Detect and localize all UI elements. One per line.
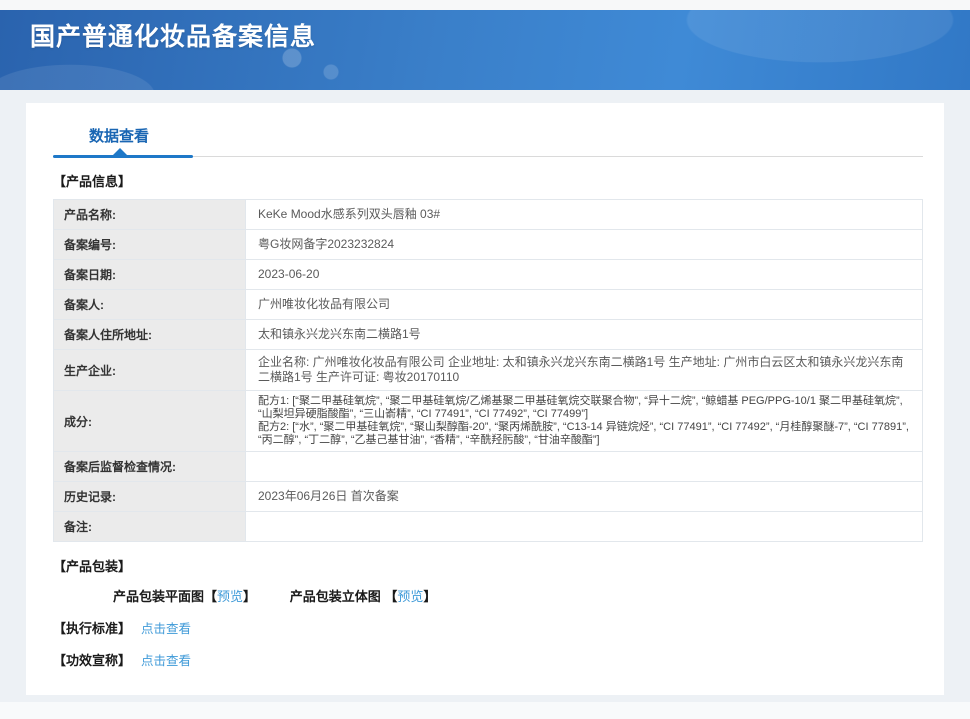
packaging-item-stereo: 产品包装立体图 【预览】 xyxy=(290,586,437,605)
row-label: 历史记录: xyxy=(53,481,246,512)
row-label: 生产企业: xyxy=(53,349,246,391)
tab-active-caret-icon xyxy=(113,148,127,155)
bracket-open: 【 xyxy=(204,589,218,604)
table-row: 产品名称: KeKe Mood水感系列双头唇釉 03# xyxy=(53,199,923,230)
section-title-efficacy: 【功效宣称】 xyxy=(53,653,132,668)
row-value: 配方1: [“聚二甲基硅氧烷”, “聚二甲基硅氧烷/乙烯基聚二甲基硅氧烷交联聚合… xyxy=(245,390,923,452)
row-value: 2023-06-20 xyxy=(245,259,923,290)
tab-data-view[interactable]: 数据查看 xyxy=(89,125,149,146)
packaging-item-flat: 产品包装平面图【预览】 xyxy=(113,586,256,605)
browser-top-strip xyxy=(0,0,970,10)
row-value xyxy=(245,451,923,482)
row-value: 企业名称: 广州唯妆化妆品有限公司 企业地址: 太和镇永兴龙兴东南二横路1号 生… xyxy=(245,349,923,391)
efficacy-row: 【功效宣称】 点击查看 xyxy=(53,650,923,669)
page-banner: 国产普通化妆品备案信息 xyxy=(0,10,970,90)
table-row: 备案人住所地址: 太和镇永兴龙兴东南二横路1号 xyxy=(53,319,923,350)
table-row: 备案编号: 粤G妆网备字2023232824 xyxy=(53,229,923,260)
packaging-row: 产品包装平面图【预览】 产品包装立体图 【预览】 xyxy=(113,586,923,605)
table-row: 历史记录: 2023年06月26日 首次备案 xyxy=(53,481,923,512)
packaging-stereo-label: 产品包装立体图 xyxy=(289,589,385,604)
row-value: 2023年06月26日 首次备案 xyxy=(245,481,923,512)
row-label: 备案人: xyxy=(53,289,246,320)
flat-image-preview-link[interactable]: 预览 xyxy=(217,589,243,604)
table-row-ingredients: 成分: 配方1: [“聚二甲基硅氧烷”, “聚二甲基硅氧烷/乙烯基聚二甲基硅氧烷… xyxy=(53,390,923,452)
table-row-manufacturer: 生产企业: 企业名称: 广州唯妆化妆品有限公司 企业地址: 太和镇永兴龙兴东南二… xyxy=(53,349,923,391)
section-title-standard: 【执行标准】 xyxy=(53,621,132,636)
ingredients-formula-1: 配方1: [“聚二甲基硅氧烷”, “聚二甲基硅氧烷/乙烯基聚二甲基硅氧烷交联聚合… xyxy=(258,395,903,420)
row-label: 产品名称: xyxy=(53,199,246,230)
ingredients-formula-2: 配方2: [“水”, “聚二甲基硅氧烷”, “聚山梨醇酯-20”, “聚丙烯酰胺… xyxy=(258,421,909,446)
table-row: 备案后监督检查情况: xyxy=(53,451,923,482)
content-card: 数据查看 【产品信息】 产品名称: KeKe Mood水感系列双头唇釉 03# … xyxy=(26,103,944,695)
product-info-table: 产品名称: KeKe Mood水感系列双头唇釉 03# 备案编号: 粤G妆网备字… xyxy=(53,199,923,542)
row-label: 备注: xyxy=(53,511,246,542)
row-label: 备案编号: xyxy=(53,229,246,260)
standard-row: 【执行标准】 点击查看 xyxy=(53,618,923,637)
row-label: 备案日期: xyxy=(53,259,246,290)
row-value: 粤G妆网备字2023232824 xyxy=(245,229,923,260)
stereo-image-preview-link[interactable]: 预览 xyxy=(397,589,423,604)
efficacy-view-link[interactable]: 点击查看 xyxy=(141,654,191,668)
table-row: 备注: xyxy=(53,511,923,542)
tab-bar: 数据查看 xyxy=(53,103,923,158)
row-value: KeKe Mood水感系列双头唇釉 03# xyxy=(245,199,923,230)
bracket-open: 【 xyxy=(384,589,398,604)
table-row: 备案日期: 2023-06-20 xyxy=(53,259,923,290)
row-value xyxy=(245,511,923,542)
tab-active-underline xyxy=(53,155,193,158)
row-value: 太和镇永兴龙兴东南二横路1号 xyxy=(245,319,923,350)
bottom-strip xyxy=(0,702,970,719)
section-title-packaging: 【产品包装】 xyxy=(53,559,132,574)
packaging-flat-label: 产品包装平面图 xyxy=(113,589,205,604)
section-title-product-info: 【产品信息】 xyxy=(53,174,132,189)
row-value: 广州唯妆化妆品有限公司 xyxy=(245,289,923,320)
bracket-close: 】 xyxy=(243,589,257,604)
row-label: 成分: xyxy=(53,390,246,452)
bracket-close: 】 xyxy=(423,589,437,604)
table-row: 备案人: 广州唯妆化妆品有限公司 xyxy=(53,289,923,320)
row-label: 备案后监督检查情况: xyxy=(53,451,246,482)
row-label: 备案人住所地址: xyxy=(53,319,246,350)
standard-view-link[interactable]: 点击查看 xyxy=(141,622,191,636)
page-title: 国产普通化妆品备案信息 xyxy=(30,23,317,51)
